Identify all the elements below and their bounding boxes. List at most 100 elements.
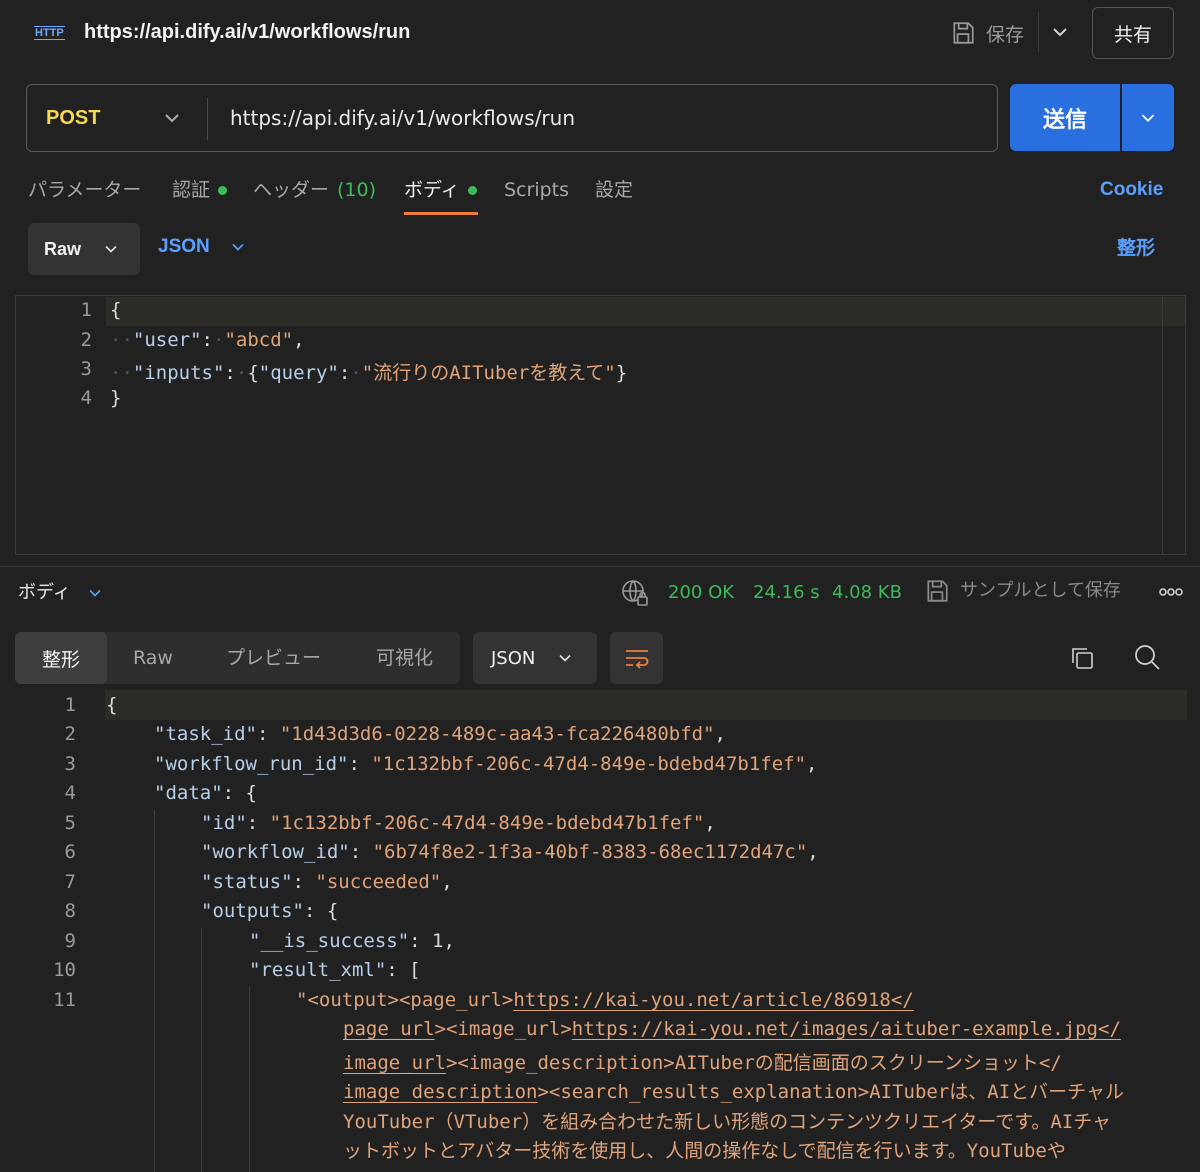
chevron-down-icon xyxy=(1141,114,1155,122)
tab-params[interactable]: パラメーター xyxy=(28,176,141,204)
save-icon xyxy=(927,580,948,602)
code-line: ··"user":·"abcd", xyxy=(110,329,305,351)
request-body-editor[interactable]: 1 2 3 4 { ··"user":·"abcd", ··"inputs":·… xyxy=(15,295,1186,555)
line-number: 8 xyxy=(64,900,76,922)
cookie-link[interactable]: Cookie xyxy=(1100,176,1163,204)
code-line: "result_xml": [ xyxy=(249,959,421,981)
line-number: 4 xyxy=(80,387,92,409)
body-language-select[interactable]: JSON xyxy=(158,236,248,258)
code-line: ットボットとアバター技術を使用し、人間の操作なしで配信を行います。YouTube… xyxy=(343,1140,1066,1162)
network-globe-icon[interactable] xyxy=(620,578,650,608)
response-time[interactable]: 24.16 s xyxy=(753,580,820,606)
line-number: 6 xyxy=(64,841,76,863)
body-mode-select[interactable]: Raw xyxy=(28,223,140,275)
code-line: "<output><page_url>https://kai-you.net/a… xyxy=(296,989,914,1011)
code-line: YouTuber（VTuber）を組み合わせた新しい形態のコンテンツクリエイター… xyxy=(343,1111,1112,1133)
headers-count: (10) xyxy=(337,179,377,201)
beautify-button[interactable]: 整形 xyxy=(1117,234,1155,262)
indent-guide xyxy=(201,928,202,1172)
line-number: 5 xyxy=(64,812,76,834)
save-button[interactable]: 保存 xyxy=(950,16,1024,50)
http-icon: HTTP xyxy=(34,26,65,40)
response-body-viewer[interactable]: 1 2 3 4 5 6 7 8 9 10 11 { "task_id": "1d… xyxy=(0,690,1200,1172)
code-line: { xyxy=(106,694,118,716)
line-number: 1 xyxy=(64,694,76,716)
line-number: 2 xyxy=(80,329,92,351)
divider xyxy=(0,566,1200,567)
send-options-button[interactable] xyxy=(1122,84,1174,151)
line-number: 2 xyxy=(64,723,76,745)
line-number: 10 xyxy=(53,959,76,981)
code-line: "workflow_id": "6b74f8e2-1f3a-40bf-8383-… xyxy=(201,841,819,863)
status-dot xyxy=(467,185,477,195)
code-line: page_url><image_url>https://kai-you.net/… xyxy=(343,1018,1121,1040)
tab-preview[interactable]: プレビュー xyxy=(226,644,321,672)
line-number: 3 xyxy=(80,358,92,380)
active-tab-indicator xyxy=(404,212,478,215)
tab-headers[interactable]: ヘッダー (10) xyxy=(253,176,376,204)
response-format-select[interactable]: JSON xyxy=(473,632,597,684)
code-line: "__is_success": 1, xyxy=(249,930,455,952)
tab-pretty[interactable]: 整形 xyxy=(15,632,107,684)
tab-settings[interactable]: 設定 xyxy=(595,176,633,204)
more-options-icon[interactable] xyxy=(1158,584,1184,600)
code-line: "data": { xyxy=(154,782,257,804)
share-button[interactable]: 共有 xyxy=(1092,7,1174,59)
divider xyxy=(1038,12,1039,52)
chevron-down-icon xyxy=(232,243,244,251)
code-line: "id": "1c132bbf-206c-47d4-849e-bdebd47b1… xyxy=(201,812,716,834)
save-as-example-label: サンプルとして保存 xyxy=(960,580,1121,601)
code-line: "workflow_run_id": "1c132bbf-206c-47d4-8… xyxy=(154,753,818,775)
indent-guide xyxy=(154,810,155,1172)
status-code[interactable]: 200 OK xyxy=(668,580,734,606)
status-dot xyxy=(218,185,228,195)
save-label: 保存 xyxy=(986,23,1025,46)
save-icon xyxy=(953,22,974,44)
send-button[interactable]: 送信 xyxy=(1010,84,1120,151)
code-line: "outputs": { xyxy=(201,900,339,922)
line-number: 4 xyxy=(64,782,76,804)
response-format-label: JSON xyxy=(491,647,536,669)
tab-scripts[interactable]: Scripts xyxy=(504,176,569,204)
chevron-down-icon xyxy=(559,654,571,662)
line-number: 7 xyxy=(64,871,76,893)
url-link[interactable]: https://kai-you.net/article/86918 xyxy=(513,989,891,1011)
wrap-lines-button[interactable] xyxy=(610,632,663,684)
body-mode-label: Raw xyxy=(44,238,82,259)
request-title: https://api.dify.ai/v1/workflows/run xyxy=(84,21,411,43)
chevron-down-icon[interactable] xyxy=(1048,20,1072,44)
save-as-example-button[interactable]: サンプルとして保存 xyxy=(924,578,1121,604)
tab-auth[interactable]: 認証 xyxy=(172,176,228,204)
search-icon[interactable] xyxy=(1133,643,1161,671)
divider xyxy=(207,98,208,140)
copy-icon[interactable] xyxy=(1068,644,1096,672)
code-line: image_description><search_results_explan… xyxy=(343,1081,1124,1103)
code-line: { xyxy=(110,299,122,321)
current-line-highlight xyxy=(105,690,1187,720)
url-input[interactable] xyxy=(230,100,970,136)
url-link[interactable]: https://kai-you.net/images/aituber-examp… xyxy=(572,1018,1098,1040)
response-title: ボディ xyxy=(18,582,71,603)
tab-body[interactable]: ボディ xyxy=(404,176,477,204)
body-language-label: JSON xyxy=(158,236,210,257)
line-number: 1 xyxy=(80,299,92,321)
line-number: 11 xyxy=(53,989,76,1011)
code-line: "task_id": "1d43d3d6-0228-489c-aa43-fca2… xyxy=(154,723,726,745)
code-line: } xyxy=(110,387,122,409)
indent-guide xyxy=(249,987,250,1172)
code-line: ··"inputs":·{"query":·"流行りのAITuberを教えて"} xyxy=(110,362,628,384)
code-line: "status": "succeeded", xyxy=(201,871,453,893)
chevron-down-icon xyxy=(89,589,101,597)
line-number: 3 xyxy=(64,753,76,775)
response-body-select[interactable]: ボディ xyxy=(18,580,105,606)
tab-visualize[interactable]: 可視化 xyxy=(376,644,433,672)
wrap-lines-icon xyxy=(625,650,648,669)
current-line-highlight xyxy=(106,297,1185,326)
tab-raw[interactable]: Raw xyxy=(133,644,173,672)
response-size[interactable]: 4.08 KB xyxy=(832,580,902,606)
chevron-down-icon[interactable] xyxy=(160,106,184,130)
line-number: 9 xyxy=(64,930,76,952)
chevron-down-icon xyxy=(105,245,117,253)
code-line: image_url><image_description>AITuberの配信画… xyxy=(343,1052,1062,1074)
method-select[interactable]: POST xyxy=(46,100,100,136)
